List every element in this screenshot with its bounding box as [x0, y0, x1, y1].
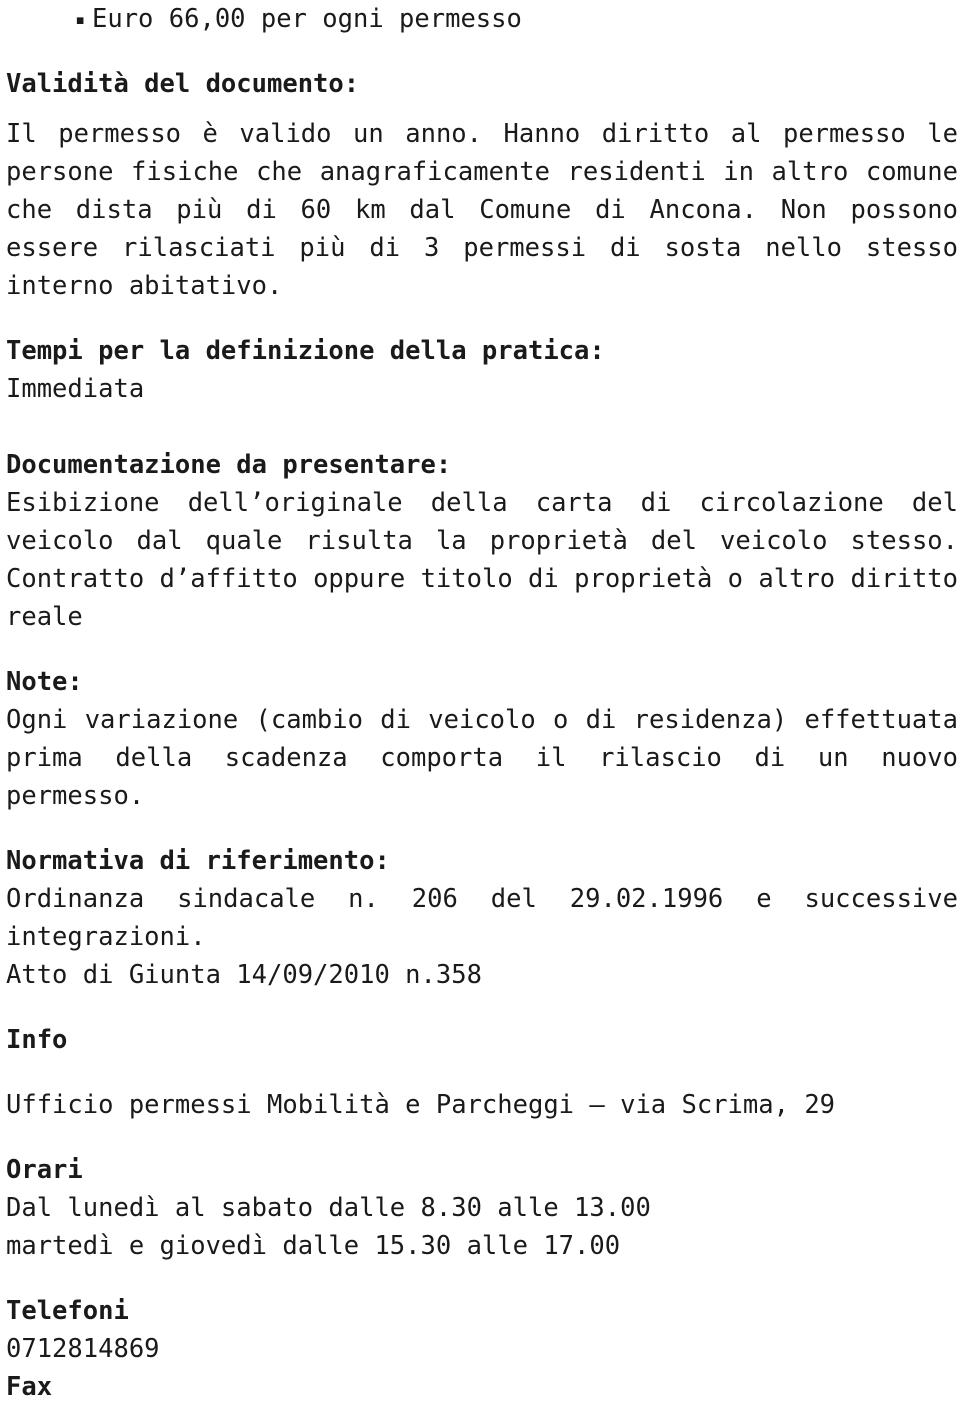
text-line: Ogni variazione (cambio di veicolo o di … — [6, 705, 958, 735]
heading-note: Note: — [6, 667, 83, 697]
text-line: prima della scadenza comporta il rilasci… — [6, 743, 958, 773]
heading-validita: Validità del documento: — [6, 69, 360, 99]
text-line: integrazioni. — [6, 922, 206, 952]
text-line: che dista più di 60 km dal Comune di Anc… — [6, 195, 958, 225]
text-line: veicolo dal quale risulta la proprietà d… — [6, 526, 958, 556]
paragraph-documentazione: Esibizione dell’originale della carta di… — [6, 484, 958, 636]
heading-info: Info — [6, 1025, 68, 1055]
text-line: permesso. — [6, 781, 145, 811]
fee-bullet-text: Euro 66,00 per ogni permesso — [92, 4, 522, 34]
text-line: martedì e giovedì dalle 15.30 alle 17.00 — [6, 1231, 621, 1261]
document-page: ▪ Euro 66,00 per ogni permesso Validità d… — [0, 0, 960, 1402]
text-line: Immediata — [6, 374, 145, 404]
paragraph-orari: Dal lunedì al sabato dalle 8.30 alle 13.… — [6, 1189, 958, 1265]
heading-fax: Fax — [6, 1372, 53, 1402]
text-line: Atto di Giunta 14/09/2010 n.358 — [6, 960, 482, 990]
text-line: Esibizione dell’originale della carta di… — [6, 488, 958, 518]
text-line: persone fisiche che anagraficamente resi… — [6, 157, 958, 187]
paragraph-note: Ogni variazione (cambio di veicolo o di … — [6, 701, 958, 815]
fee-bullet-item: ▪ Euro 66,00 per ogni permesso — [6, 0, 958, 39]
paragraph-tempi: Immediata — [6, 370, 958, 408]
text-line: Ordinanza sindacale n. 206 del 29.02.199… — [6, 884, 958, 914]
bullet-square-icon: ▪ — [75, 10, 86, 30]
paragraph-info: Ufficio permessi Mobilità e Parcheggi – … — [6, 1086, 958, 1124]
text-line: essere rilasciati più di 3 permessi di s… — [6, 233, 958, 263]
heading-normativa: Normativa di riferimento: — [6, 846, 390, 876]
text-line: Il permesso è valido un anno. Hanno diri… — [6, 119, 958, 149]
text-line: Dal lunedì al sabato dalle 8.30 alle 13.… — [6, 1193, 651, 1223]
paragraph-telefoni: 0712814869 — [6, 1330, 958, 1368]
text-line: interno abitativo. — [6, 271, 283, 301]
heading-tempi: Tempi per la definizione della pratica: — [6, 336, 605, 366]
text-line: Contratto d’affitto oppure titolo di pro… — [6, 564, 958, 594]
text-line: reale — [6, 602, 83, 632]
paragraph-normativa: Ordinanza sindacale n. 206 del 29.02.199… — [6, 880, 958, 994]
paragraph-validita: Il permesso è valido un anno. Hanno diri… — [6, 115, 958, 305]
document-body: ▪ Euro 66,00 per ogni permesso Validità d… — [6, 0, 958, 1406]
heading-orari: Orari — [6, 1155, 83, 1185]
heading-documentazione: Documentazione da presentare: — [6, 450, 452, 480]
text-line: Ufficio permessi Mobilità e Parcheggi – … — [6, 1090, 836, 1120]
heading-telefoni: Telefoni — [6, 1296, 129, 1326]
phone-number: 0712814869 — [6, 1334, 160, 1364]
